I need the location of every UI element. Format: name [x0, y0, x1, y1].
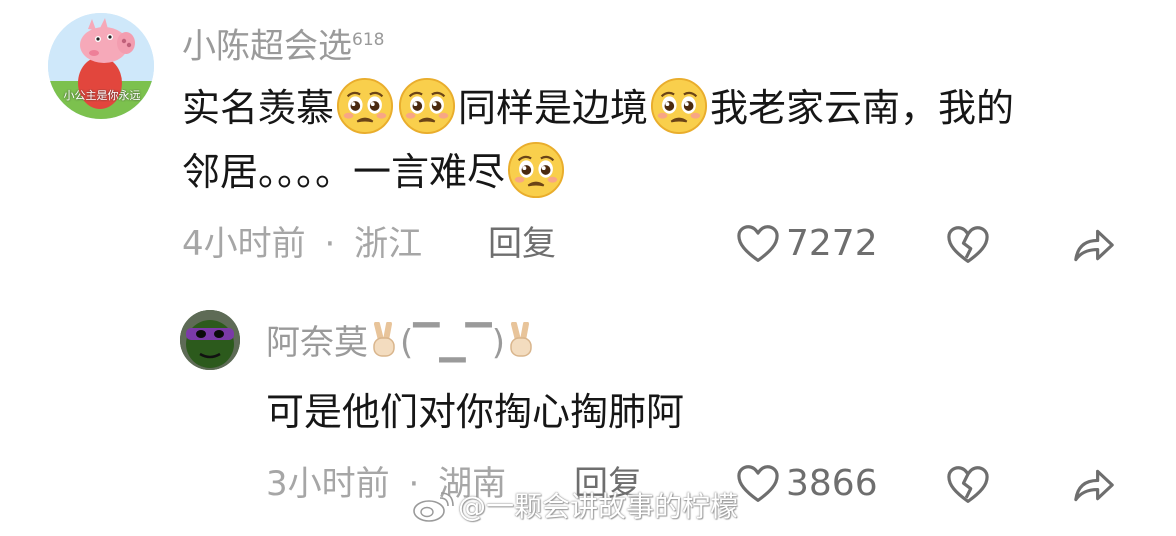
username-text[interactable]: 小陈超会选 — [182, 26, 352, 66]
reply-username[interactable]: 阿奈莫 (▔▁▔) — [266, 322, 537, 363]
victory-hand-emoji — [505, 322, 537, 360]
timestamp: 4小时前 — [182, 224, 306, 264]
comment-text-segment: 同样是边境 — [458, 86, 649, 130]
kaomoji-text[interactable]: (▔▁▔) — [400, 323, 505, 363]
heart-outline-icon — [736, 464, 780, 504]
comment-text: 实名羡慕 同样是边境 我老家云南，我的 — [182, 76, 1014, 140]
broken-heart-icon[interactable] — [946, 465, 990, 505]
like-count: 7272 — [786, 223, 878, 264]
comment-meta: 4小时前 · 浙江 — [182, 222, 422, 266]
pleading-face-emoji — [398, 77, 456, 135]
pleading-face-emoji — [507, 141, 565, 199]
pleading-face-emoji — [336, 77, 394, 135]
comment-text-segment: 邻居。。。。一言难尽 — [182, 150, 506, 194]
share-arrow-icon[interactable] — [1070, 465, 1118, 505]
share-arrow-icon[interactable] — [1070, 225, 1118, 265]
like-count: 3866 — [786, 463, 878, 504]
broken-heart-icon[interactable] — [946, 225, 990, 265]
like-button[interactable]: 7272 — [736, 222, 878, 266]
comment-text-line2: 邻居。。。。一言难尽 — [182, 140, 567, 204]
reply-text: 可是他们对你掏心掏肺阿 — [266, 390, 685, 434]
peppa-pig-avatar-image — [48, 13, 154, 119]
username[interactable]: 小陈超会选618 — [182, 20, 384, 66]
weibo-logo-icon — [413, 492, 454, 522]
level-badge: 618 — [352, 30, 385, 50]
victory-hand-emoji — [368, 322, 400, 360]
separator-dot: · — [324, 224, 336, 264]
comment-text-segment: 实名羡慕 — [182, 86, 335, 130]
reply-avatar[interactable] — [180, 310, 240, 370]
pleading-face-emoji — [650, 77, 708, 135]
heart-outline-icon — [736, 224, 780, 264]
location: 浙江 — [354, 224, 423, 264]
watermark: @一颗会讲故事的柠檬 — [412, 490, 738, 524]
username-text[interactable]: 阿奈莫 — [266, 323, 368, 363]
like-button[interactable]: 3866 — [736, 462, 878, 506]
watermark-text: @一颗会讲故事的柠檬 — [458, 490, 739, 523]
avatar-caption: 小公主是你永远 — [63, 89, 141, 102]
comment-text-segment: 我老家云南，我的 — [710, 86, 1015, 130]
reply-button[interactable]: 回复 — [488, 222, 556, 266]
avatar[interactable]: 小公主是你永远 — [48, 13, 154, 119]
avatar-image — [180, 310, 240, 370]
timestamp: 3小时前 — [266, 464, 390, 504]
